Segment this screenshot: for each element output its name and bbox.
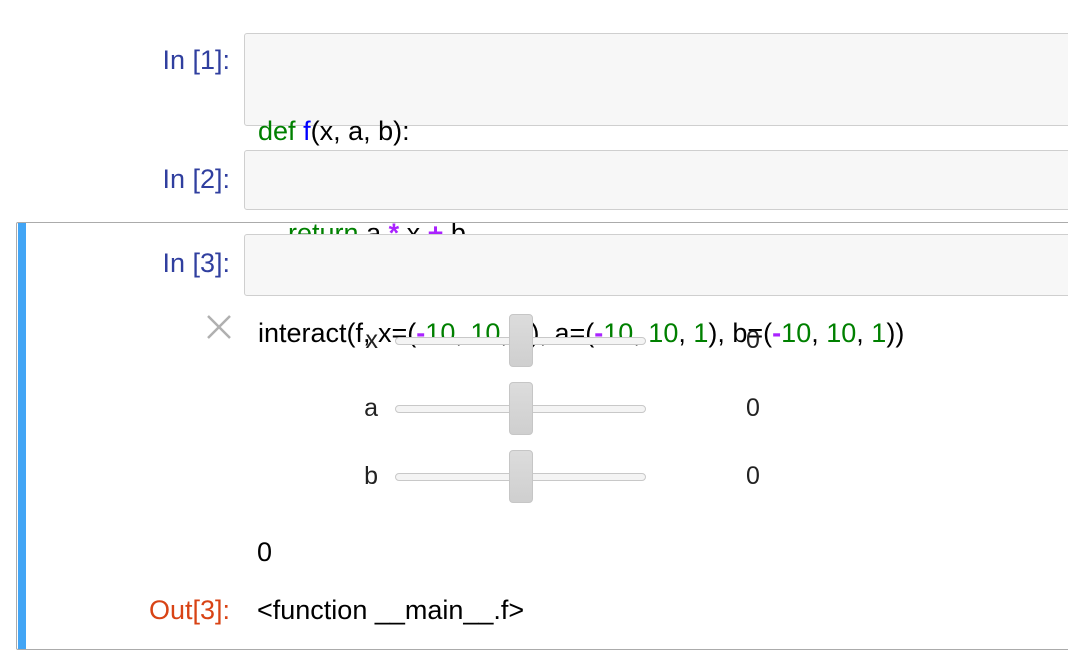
cell-3-out-prompt: Out[3]: <box>148 595 230 625</box>
slider-b: b 0 <box>300 448 820 508</box>
code-function-name: f <box>303 116 311 146</box>
selected-cell-indicator <box>18 223 26 649</box>
slider-value: 0 <box>746 326 760 354</box>
cell-1-code-editor[interactable]: def f(x, a, b): return a * x + b <box>244 33 1068 248</box>
slider-thumb[interactable] <box>508 450 533 503</box>
cell-2-code-editor[interactable]: from ipywidgets import interact <box>244 150 1068 263</box>
widget-output-text: 0 <box>257 537 273 567</box>
code-number: 10 <box>826 318 857 348</box>
code-text: , <box>856 318 872 348</box>
slider-thumb[interactable] <box>508 314 533 367</box>
cell-3-code-editor[interactable]: interact(f, x=(-10, 10, 1), a=(-10, 10, … <box>244 234 1068 348</box>
cell-3-output-text: <function __main__.f> <box>257 595 525 625</box>
code-text: )) <box>886 318 905 348</box>
slider-label: x <box>365 326 379 354</box>
slider-a: a 0 <box>300 380 820 440</box>
slider-x: x 0 <box>300 312 820 372</box>
code-text: (x, a, b): <box>310 116 410 146</box>
code-number: 1 <box>871 318 887 348</box>
code-keyword: def <box>258 116 296 146</box>
slider-label: b <box>364 462 378 490</box>
cell-1-prompt: In [1]: <box>162 45 230 75</box>
slider-value: 0 <box>746 394 760 422</box>
close-x-icon[interactable] <box>204 312 234 342</box>
slider-value: 0 <box>746 462 760 490</box>
cell-3-prompt: In [3]: <box>162 248 230 278</box>
slider-thumb[interactable] <box>508 382 533 435</box>
code-line: def f(x, a, b): <box>258 114 1068 148</box>
slider-label: a <box>364 394 378 422</box>
cell-2-prompt: In [2]: <box>162 164 230 194</box>
